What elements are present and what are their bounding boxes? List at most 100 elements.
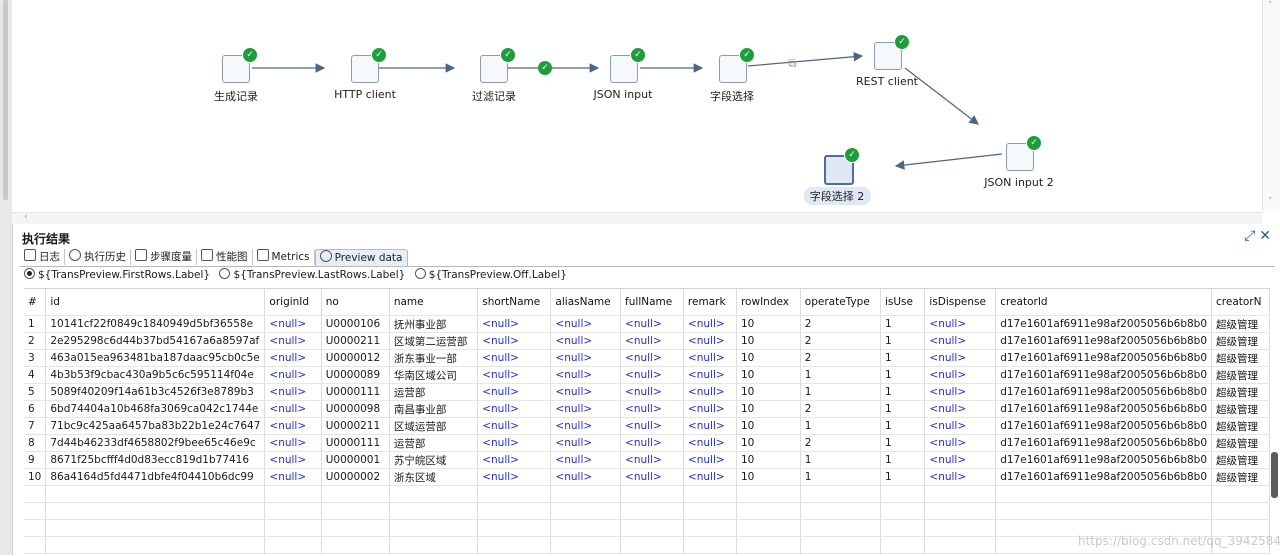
- row-number[interactable]: 2: [24, 332, 47, 350]
- table-cell[interactable]: 1: [880, 417, 926, 435]
- table-cell[interactable]: <null>: [550, 400, 622, 418]
- table-cell[interactable]: 10: [736, 383, 801, 401]
- table-cell[interactable]: <null>: [683, 366, 737, 384]
- radio-last-rows[interactable]: ${TransPreview.LastRows.Label}: [219, 268, 405, 281]
- table-cell[interactable]: 1: [800, 383, 881, 401]
- table-cell[interactable]: d17e1601af6911e98af2005056b6b8b0: [995, 332, 1213, 350]
- table-cell[interactable]: 10: [736, 434, 801, 452]
- column-header[interactable]: fullName: [620, 289, 684, 316]
- table-cell[interactable]: <null>: [683, 315, 737, 333]
- table-cell[interactable]: <null>: [550, 451, 622, 469]
- scroll-left-icon[interactable]: ‹: [24, 212, 28, 222]
- table-cell[interactable]: <null>: [924, 315, 997, 333]
- table-row[interactable]: 2 2e295298c6d44b37bd54167a6a8597af <null> U…: [24, 332, 1270, 350]
- table-cell[interactable]: 4b3b53f9cbac430a9b5c6c595114f04e: [45, 366, 266, 384]
- table-cell[interactable]: 463a015ea963481ba187daac95cb0c5e: [45, 349, 266, 367]
- column-header[interactable]: creatorId: [995, 289, 1213, 316]
- table-cell[interactable]: <null>: [550, 434, 622, 452]
- row-number[interactable]: 3: [24, 349, 47, 367]
- table-cell[interactable]: 2e295298c6d44b37bd54167a6a8597af: [45, 332, 266, 350]
- table-cell[interactable]: 1: [880, 434, 926, 452]
- table-cell[interactable]: <null>: [924, 434, 997, 452]
- table-cell[interactable]: <null>: [924, 400, 997, 418]
- table-cell[interactable]: 10: [736, 366, 801, 384]
- table-row[interactable]: 8 7d44b46233df4658802f9bee65c46e9c <null> U…: [24, 434, 1270, 452]
- row-number[interactable]: 4: [24, 366, 47, 384]
- step-rest-client[interactable]: ✓: [874, 34, 910, 70]
- table-cell[interactable]: 2: [800, 315, 881, 333]
- table-cell[interactable]: <null>: [550, 383, 622, 401]
- table-row[interactable]: 3 463a015ea963481ba187daac95cb0c5e <null> U…: [24, 349, 1270, 367]
- table-cell[interactable]: 抚州事业部: [389, 315, 479, 333]
- table-cell[interactable]: 区域运营部: [389, 417, 479, 435]
- table-cell[interactable]: 1: [880, 383, 926, 401]
- table-cell[interactable]: 浙东区域: [389, 468, 479, 486]
- transformation-canvas[interactable]: ✓ ⧉ ✓ 生成记录 ✓ HTTP client ✓ 过滤记录 ✓ JSON i…: [12, 0, 1269, 212]
- table-cell[interactable]: <null>: [924, 451, 997, 469]
- table-cell[interactable]: d17e1601af6911e98af2005056b6b8b0: [995, 451, 1213, 469]
- table-cell[interactable]: <null>: [264, 434, 322, 452]
- row-number[interactable]: 6: [24, 400, 47, 418]
- table-cell[interactable]: <null>: [477, 417, 552, 435]
- table-cell[interactable]: <null>: [477, 315, 552, 333]
- column-header[interactable]: aliasName: [550, 289, 622, 316]
- table-cell[interactable]: <null>: [924, 349, 997, 367]
- table-cell[interactable]: <null>: [264, 451, 322, 469]
- table-cell[interactable]: 1: [880, 349, 926, 367]
- table-cell[interactable]: 2: [800, 434, 881, 452]
- step-http-client[interactable]: ✓: [351, 47, 387, 83]
- table-cell[interactable]: <null>: [264, 332, 322, 350]
- table-cell[interactable]: 超级管理: [1211, 468, 1270, 486]
- table-cell[interactable]: 10: [736, 315, 801, 333]
- table-cell[interactable]: d17e1601af6911e98af2005056b6b8b0: [995, 349, 1213, 367]
- maximize-icon[interactable]: ⤢: [1244, 228, 1255, 244]
- table-cell[interactable]: 超级管理: [1211, 434, 1270, 452]
- table-cell[interactable]: 10: [736, 332, 801, 350]
- table-cell[interactable]: 1: [880, 451, 926, 469]
- step-select-values[interactable]: ✓: [719, 47, 755, 83]
- tab-step-metrics[interactable]: 步骤度量: [131, 249, 197, 265]
- radio-first-rows[interactable]: ${TransPreview.FirstRows.Label}: [24, 268, 210, 281]
- tab-metrics[interactable]: Metrics: [253, 249, 315, 265]
- table-cell[interactable]: <null>: [620, 417, 684, 435]
- table-cell[interactable]: 1: [800, 468, 881, 486]
- tab-history[interactable]: 执行历史: [65, 249, 131, 265]
- table-cell[interactable]: <null>: [924, 332, 997, 350]
- table-cell[interactable]: 运营部: [389, 434, 479, 452]
- table-cell[interactable]: 6bd74404a10b468fa3069ca042c1744e: [45, 400, 266, 418]
- table-cell[interactable]: <null>: [620, 383, 684, 401]
- left-scroll-thumb[interactable]: [3, 0, 8, 200]
- table-cell[interactable]: U0000001: [321, 451, 390, 469]
- table-cell[interactable]: <null>: [620, 468, 684, 486]
- column-header[interactable]: shortName: [477, 289, 552, 316]
- table-cell[interactable]: 苏宁皖区域: [389, 451, 479, 469]
- table-cell[interactable]: U0000106: [321, 315, 390, 333]
- table-cell[interactable]: <null>: [620, 451, 684, 469]
- canvas-horizontal-scrollbar[interactable]: ‹: [12, 212, 1262, 224]
- table-cell[interactable]: <null>: [264, 417, 322, 435]
- row-number[interactable]: 9: [24, 451, 47, 469]
- table-cell[interactable]: 10: [736, 349, 801, 367]
- table-row[interactable]: 10 86a4164d5fd4471dbfe4f04410b6dc99 <null>…: [24, 468, 1270, 486]
- table-cell[interactable]: <null>: [683, 383, 737, 401]
- table-cell[interactable]: 区域第二运营部: [389, 332, 479, 350]
- canvas-vertical-scrollbar[interactable]: ˄ ˅: [1262, 0, 1280, 212]
- column-header[interactable]: operateType: [800, 289, 881, 316]
- table-cell[interactable]: 浙东事业一部: [389, 349, 479, 367]
- table-cell[interactable]: U0000211: [321, 417, 390, 435]
- step-filter-rows[interactable]: ✓: [480, 47, 516, 83]
- table-cell[interactable]: 超级管理: [1211, 451, 1270, 469]
- table-cell[interactable]: 超级管理: [1211, 315, 1270, 333]
- table-cell[interactable]: <null>: [264, 383, 322, 401]
- table-cell[interactable]: U0000089: [321, 366, 390, 384]
- table-cell[interactable]: d17e1601af6911e98af2005056b6b8b0: [995, 366, 1213, 384]
- table-cell[interactable]: U0000098: [321, 400, 390, 418]
- table-cell[interactable]: d17e1601af6911e98af2005056b6b8b0: [995, 383, 1213, 401]
- table-cell[interactable]: 5089f40209f14a61b3c4526f3e8789b3: [45, 383, 266, 401]
- column-header[interactable]: name: [389, 289, 479, 316]
- table-cell[interactable]: 运营部: [389, 383, 479, 401]
- row-number[interactable]: 8: [24, 434, 47, 452]
- table-cell[interactable]: 1: [800, 451, 881, 469]
- column-header[interactable]: originId: [264, 289, 322, 316]
- table-cell[interactable]: 1: [880, 366, 926, 384]
